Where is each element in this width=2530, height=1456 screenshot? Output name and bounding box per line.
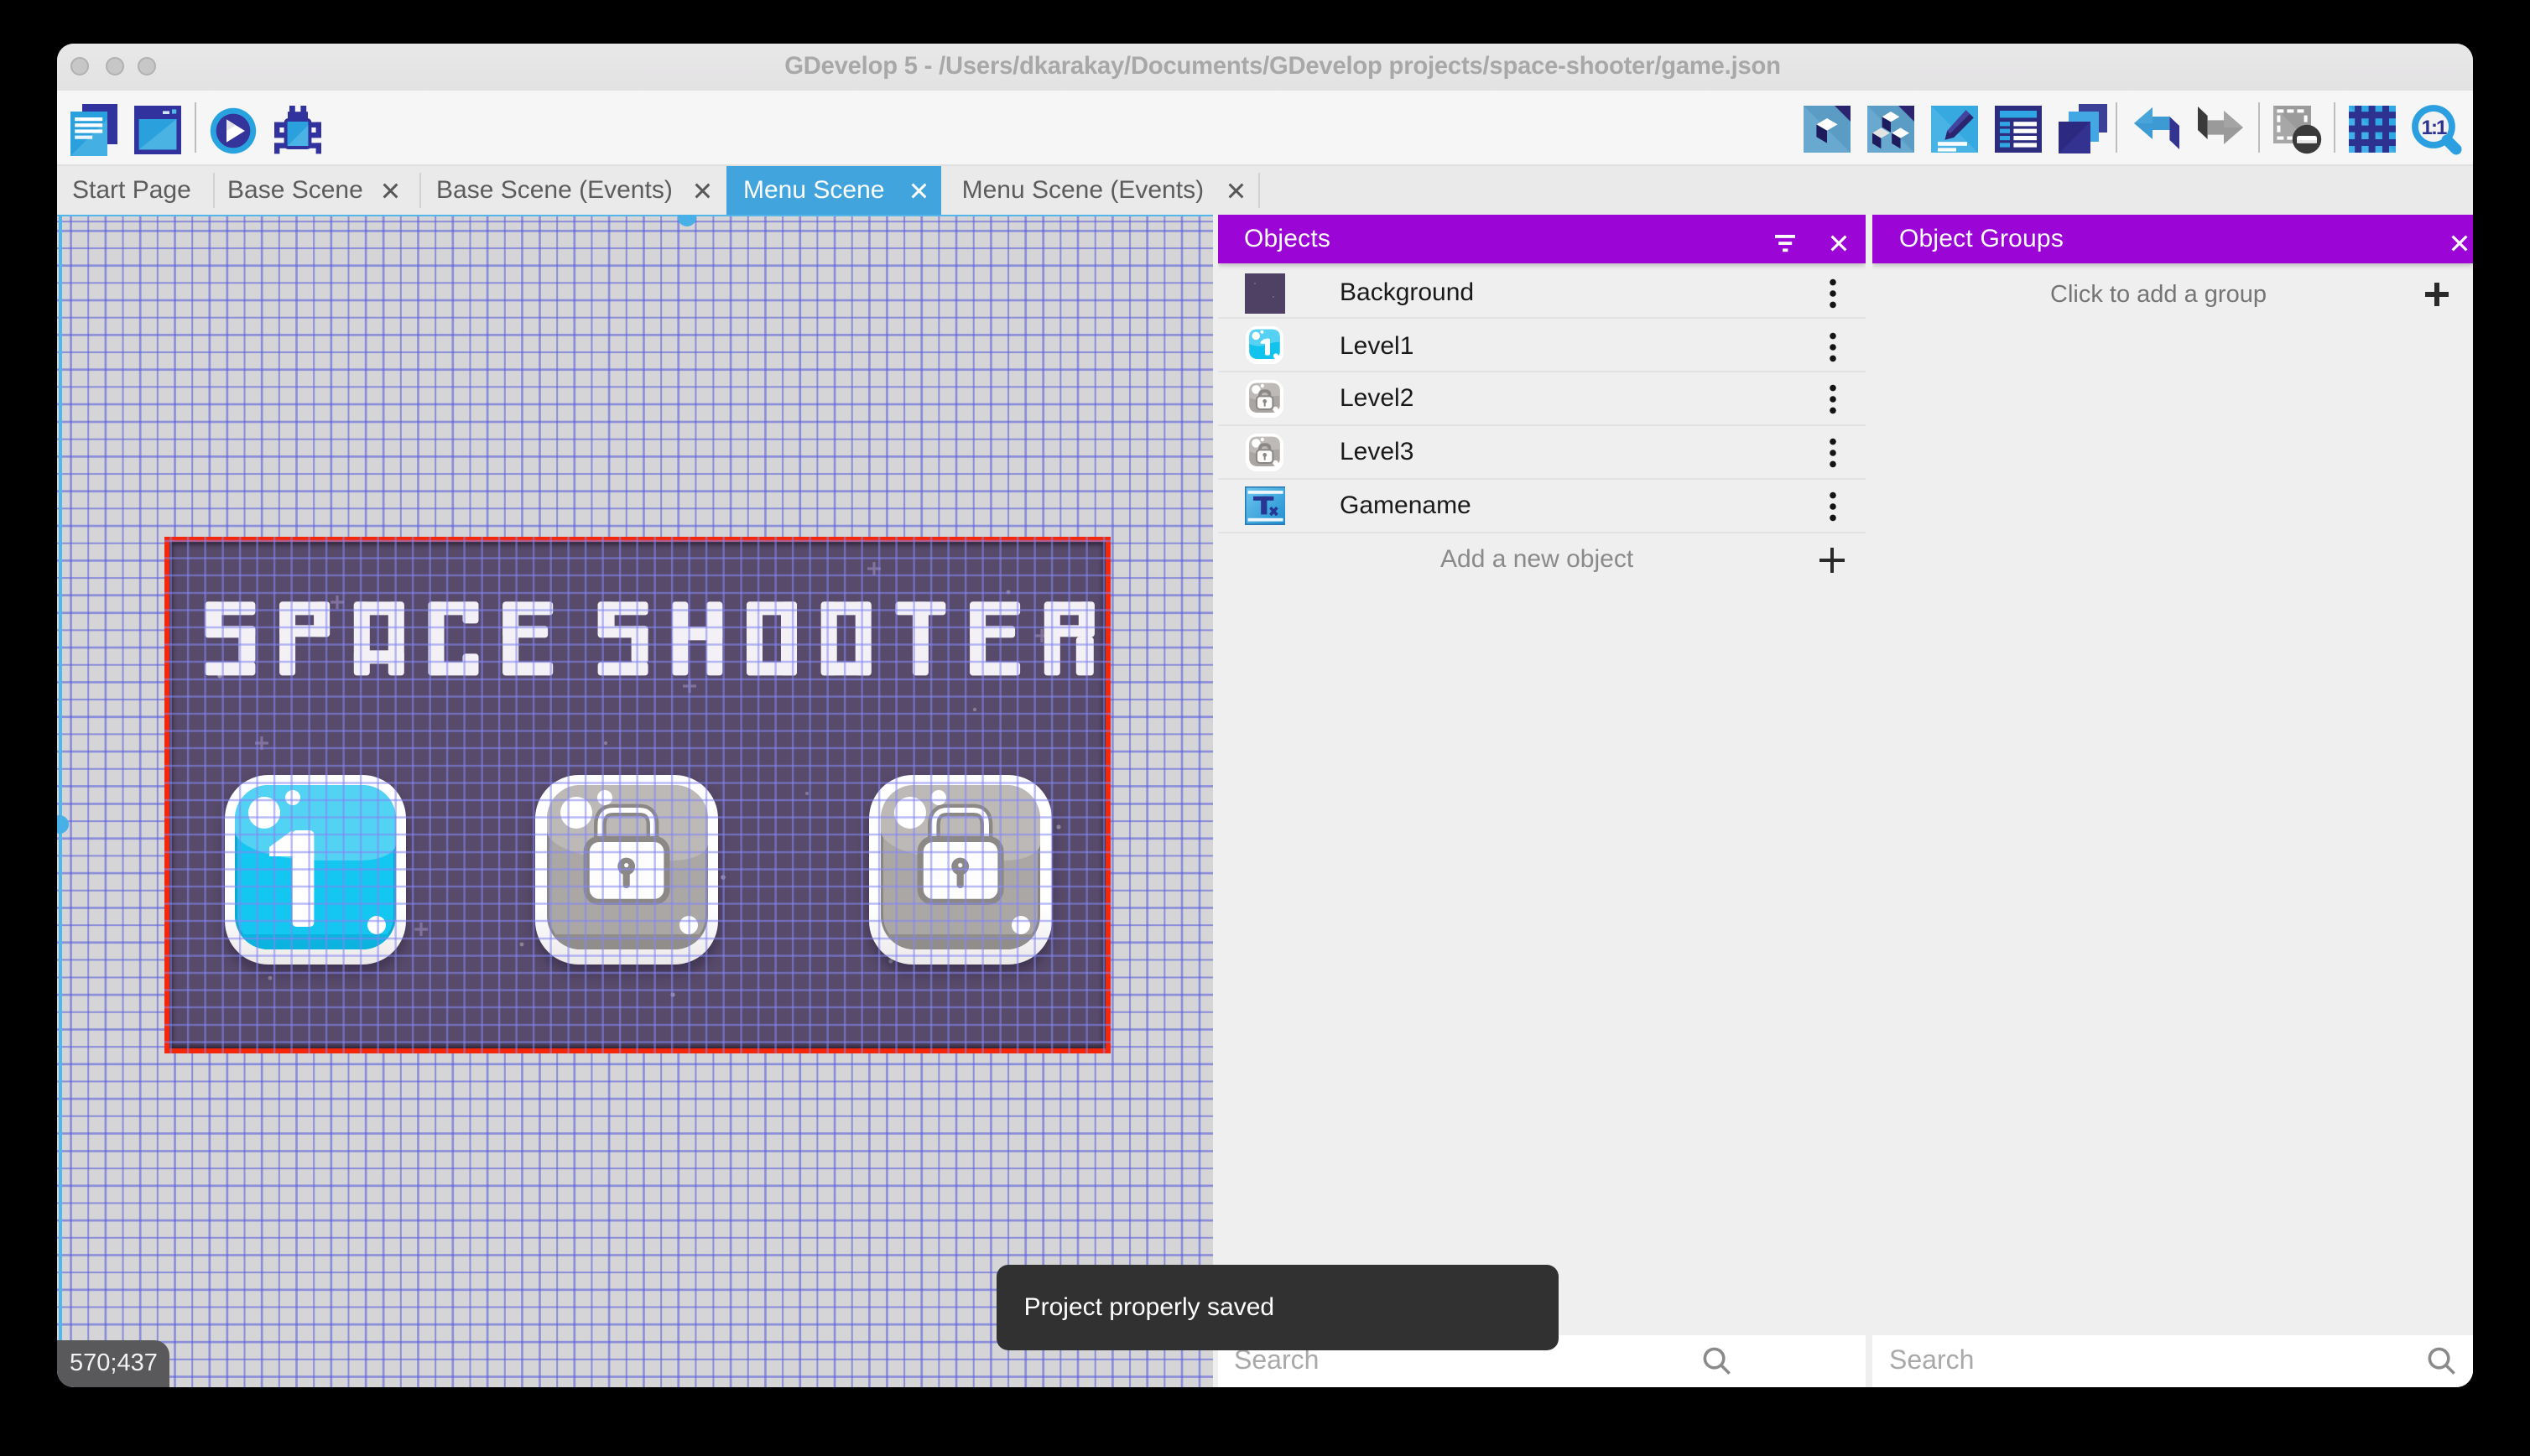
svg-text:1:1: 1:1 [2421, 116, 2446, 138]
